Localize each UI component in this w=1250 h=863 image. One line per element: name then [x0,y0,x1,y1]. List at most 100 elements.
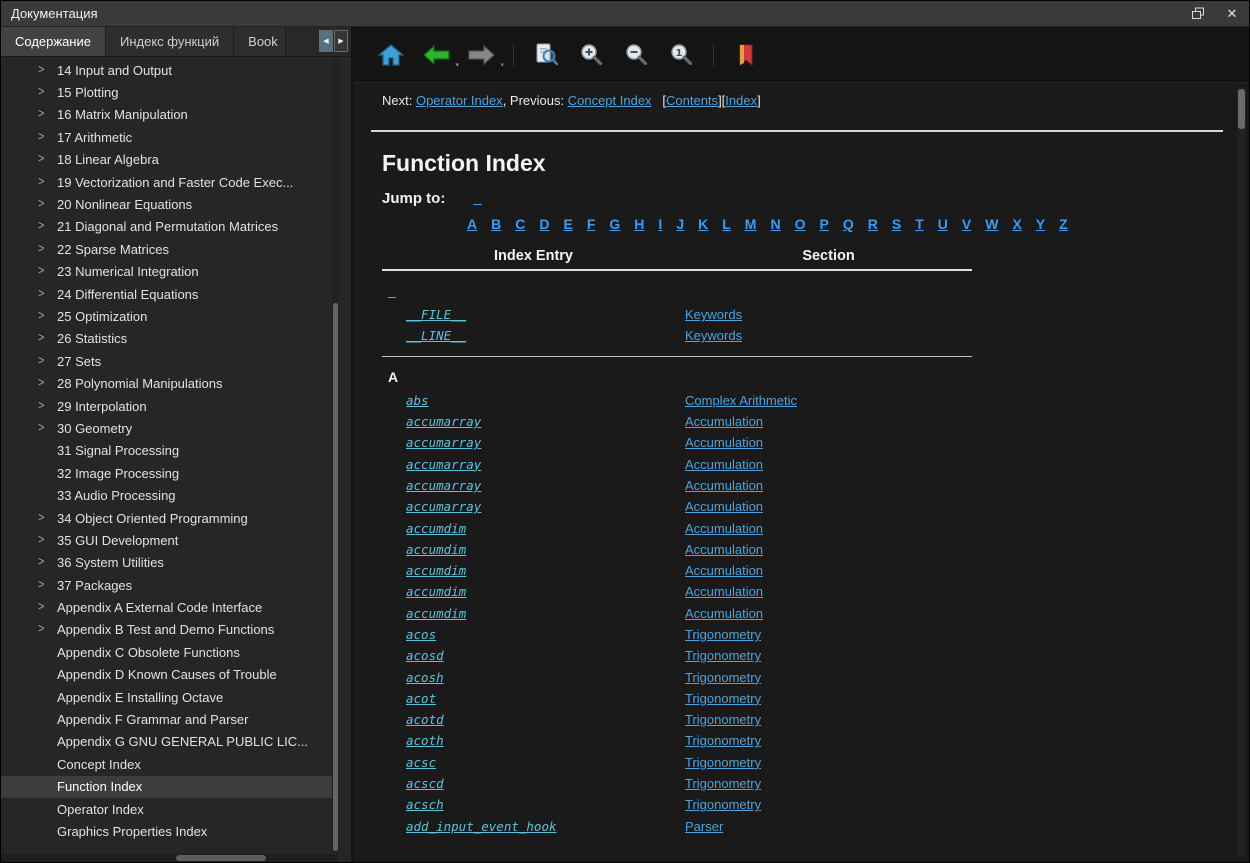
tree-item[interactable]: Graphics Properties Index [1,820,332,842]
tree-item[interactable]: Function Index [1,776,332,798]
chevron-right-icon[interactable]: > [38,556,57,569]
tree-item[interactable]: 31 Signal Processing [1,440,332,462]
jump-letter-E[interactable]: E [564,216,573,232]
chevron-right-icon[interactable]: > [38,512,57,525]
chevron-right-icon[interactable]: > [38,86,57,99]
index-link[interactable]: Index [725,93,757,108]
bookmark-button[interactable] [730,38,762,72]
zoom-in-button[interactable] [575,38,607,72]
jump-letter-J[interactable]: J [676,216,684,232]
jump-letter-Y[interactable]: Y [1036,216,1045,232]
tree-item[interactable]: Appendix G GNU GENERAL PUBLIC LIC... [1,731,332,753]
chevron-right-icon[interactable]: > [38,131,57,144]
jump-letter-L[interactable]: L [722,216,731,232]
function-link[interactable]: acot [406,691,436,706]
function-link[interactable]: __LINE__ [406,328,466,343]
tree-item[interactable]: >29 Interpolation [1,395,332,417]
jump-letter-N[interactable]: N [770,216,780,232]
chevron-right-icon[interactable]: > [38,109,57,122]
section-link[interactable]: Trigonometry [685,712,761,727]
document-vertical-scrollbar-thumb[interactable] [1238,89,1245,129]
sidebar-vertical-scrollbar[interactable] [332,59,339,853]
jump-letter-A[interactable]: A [467,216,477,232]
sidebar-horizontal-scrollbar-thumb[interactable] [176,855,266,861]
section-link[interactable]: Accumulation [685,414,763,429]
jump-letter-K[interactable]: K [698,216,708,232]
forward-button[interactable]: ▾ [465,38,497,72]
section-link[interactable]: Trigonometry [685,776,761,791]
section-link[interactable]: Accumulation [685,478,763,493]
section-link[interactable]: Trigonometry [685,691,761,706]
previous-link[interactable]: Concept Index [568,93,652,108]
section-link[interactable]: Accumulation [685,563,763,578]
function-link[interactable]: accumdim [406,542,466,557]
next-link[interactable]: Operator Index [416,93,503,108]
jump-letter-B[interactable]: B [491,216,501,232]
chevron-right-icon[interactable]: > [38,355,57,368]
close-button[interactable]: ✕ [1215,1,1249,26]
jump-letter-I[interactable]: I [658,216,662,232]
jump-letter-F[interactable]: F [587,216,596,232]
section-link[interactable]: Accumulation [685,521,763,536]
tree-item[interactable]: Appendix C Obsolete Functions [1,641,332,663]
tree-item[interactable]: >21 Diagonal and Permutation Matrices [1,216,332,238]
tree-item[interactable]: Appendix E Installing Octave [1,686,332,708]
sidebar-vertical-scrollbar-thumb[interactable] [333,303,338,851]
find-button[interactable] [530,38,562,72]
chevron-right-icon[interactable]: > [38,534,57,547]
section-link[interactable]: Accumulation [685,435,763,450]
tree-item[interactable]: >36 System Utilities [1,552,332,574]
tree-item[interactable]: >19 Vectorization and Faster Code Exec..… [1,171,332,193]
function-link[interactable]: accumdim [406,584,466,599]
tree-item[interactable]: >23 Numerical Integration [1,261,332,283]
chevron-right-icon[interactable]: > [38,400,57,413]
function-link[interactable]: accumarray [406,435,481,450]
tree-item[interactable]: >18 Linear Algebra [1,149,332,171]
chevron-right-icon[interactable]: > [38,601,57,614]
function-link[interactable]: accumdim [406,563,466,578]
zoom-original-button[interactable]: 1 [665,38,697,72]
section-link[interactable]: Trigonometry [685,648,761,663]
section-link[interactable]: Trigonometry [685,755,761,770]
zoom-out-button[interactable] [620,38,652,72]
jump-letter-C[interactable]: C [515,216,525,232]
section-link[interactable]: Accumulation [685,499,763,514]
jump-letter-Q[interactable]: Q [843,216,854,232]
sidebar-horizontal-scrollbar[interactable] [1,854,337,862]
tree-item[interactable]: >34 Object Oriented Programming [1,507,332,529]
function-link[interactable]: add_input_event_hook [406,819,557,834]
function-link[interactable]: acosh [406,670,444,685]
tab-bookmarks[interactable]: Book [234,27,286,56]
tree-item[interactable]: Appendix F Grammar and Parser [1,708,332,730]
tree-item[interactable]: >Appendix A External Code Interface [1,596,332,618]
function-link[interactable]: acscd [406,776,444,791]
jump-letter-X[interactable]: X [1012,216,1021,232]
tab-contents[interactable]: Содержание [1,27,106,56]
contents-link[interactable]: Contents [666,93,718,108]
jump-letter-R[interactable]: R [868,216,878,232]
function-link[interactable]: accumdim [406,606,466,621]
tab-scroll-right-button[interactable]: ▶ [334,30,348,52]
jump-letter-G[interactable]: G [609,216,620,232]
chevron-right-icon[interactable]: > [38,64,57,77]
chevron-right-icon[interactable]: > [38,579,57,592]
jump-letter-Z[interactable]: Z [1059,216,1068,232]
chevron-right-icon[interactable]: > [38,198,57,211]
section-link[interactable]: Keywords [685,307,742,322]
jump-letter-P[interactable]: P [819,216,828,232]
function-link[interactable]: accumarray [406,414,481,429]
function-link[interactable]: accumarray [406,457,481,472]
function-link[interactable]: acsch [406,797,444,812]
forward-dropdown-icon[interactable]: ▾ [500,61,504,69]
jump-letter-D[interactable]: D [539,216,549,232]
function-link[interactable]: accumdim [406,521,466,536]
function-link[interactable]: accumarray [406,478,481,493]
jump-letter-underscore[interactable]: _ [474,190,482,207]
section-link[interactable]: Accumulation [685,606,763,621]
tree-item[interactable]: >Appendix B Test and Demo Functions [1,619,332,641]
jump-letter-M[interactable]: M [745,216,757,232]
jump-letter-U[interactable]: U [938,216,948,232]
jump-letter-O[interactable]: O [795,216,806,232]
jump-letter-T[interactable]: T [915,216,924,232]
chevron-right-icon[interactable]: > [38,153,57,166]
